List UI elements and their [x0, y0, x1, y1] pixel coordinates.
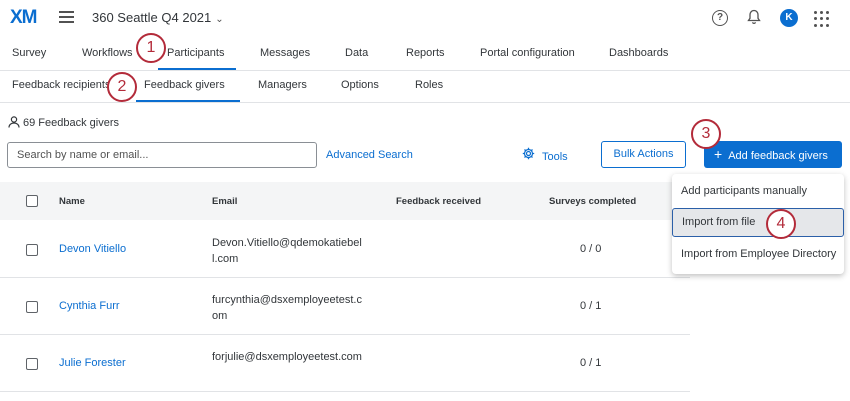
tab-dashboards[interactable]: Dashboards: [609, 47, 668, 59]
participant-name-link[interactable]: Cynthia Furr: [59, 300, 120, 312]
project-name: 360 Seattle Q4 2021: [92, 10, 212, 25]
tab-feedback-recipients[interactable]: Feedback recipients: [12, 79, 110, 91]
participant-email: furcynthia@dsxemployeetest.com: [212, 294, 362, 322]
menu-icon[interactable]: [59, 11, 74, 23]
gear-icon: [522, 147, 535, 163]
tools-button[interactable]: Tools: [522, 147, 568, 163]
tab-workflows[interactable]: Workflows: [82, 47, 133, 59]
givers-count-text: 69 Feedback givers: [23, 117, 119, 129]
tab-portal-configuration[interactable]: Portal configuration: [480, 47, 575, 59]
table-row: Julie Forester forjulie@dsxemployeetest.…: [0, 335, 690, 392]
participant-email: forjulie@dsxemployeetest.com: [212, 351, 362, 363]
tab-messages[interactable]: Messages: [260, 47, 310, 59]
search-input[interactable]: Search by name or email...: [7, 142, 317, 168]
step-marker-1: 1: [136, 33, 166, 63]
givers-count: 69 Feedback givers: [8, 116, 119, 129]
surveys-completed-value: 0 / 0: [580, 243, 602, 255]
help-icon[interactable]: ?: [712, 10, 728, 26]
advanced-search-link[interactable]: Advanced Search: [326, 149, 413, 161]
column-header-email[interactable]: Email: [212, 196, 237, 207]
tab-roles[interactable]: Roles: [415, 79, 443, 91]
column-header-feedback-received[interactable]: Feedback received: [396, 196, 481, 207]
top-bar: XM 360 Seattle Q4 2021 ⌄ ? K: [0, 0, 850, 36]
column-header-surveys-completed[interactable]: Surveys completed: [549, 196, 636, 207]
table-row: Cynthia Furr furcynthia@dsxemployeetest.…: [0, 278, 690, 335]
step-marker-4: 4: [766, 209, 796, 239]
active-subtab-indicator: [136, 100, 240, 102]
person-icon: [8, 116, 20, 128]
menu-item-add-manually[interactable]: Add participants manually: [672, 185, 844, 197]
surveys-completed-value: 0 / 1: [580, 357, 602, 369]
surveys-completed-value: 0 / 1: [580, 300, 602, 312]
participant-email: Devon.Vitiello@qdemokatiebell.com: [212, 237, 362, 265]
bulk-actions-button[interactable]: Bulk Actions: [601, 141, 686, 168]
tab-data[interactable]: Data: [345, 47, 368, 59]
chevron-down-icon: ⌄: [215, 14, 224, 25]
menu-item-import-employee-directory[interactable]: Import from Employee Directory: [672, 248, 844, 260]
bell-icon[interactable]: [747, 9, 761, 29]
tab-participants[interactable]: Participants: [167, 47, 224, 59]
row-checkbox[interactable]: [26, 244, 38, 256]
tools-label: Tools: [542, 151, 568, 163]
project-selector[interactable]: 360 Seattle Q4 2021 ⌄: [92, 10, 224, 25]
avatar[interactable]: K: [780, 9, 798, 27]
xm-logo[interactable]: XM: [10, 7, 37, 29]
row-checkbox[interactable]: [26, 301, 38, 313]
select-all-checkbox[interactable]: [26, 195, 38, 207]
tab-reports[interactable]: Reports: [406, 47, 445, 59]
menu-item-import-from-file[interactable]: Import from file: [672, 208, 844, 237]
add-feedback-givers-label: Add feedback givers: [728, 150, 828, 162]
add-feedback-givers-button[interactable]: + Add feedback givers: [704, 141, 842, 168]
table-row: Devon Vitiello Devon.Vitiello@qdemokatie…: [0, 221, 690, 278]
participant-name-link[interactable]: Devon Vitiello: [59, 243, 126, 255]
app-grid-icon[interactable]: [814, 11, 830, 27]
tab-feedback-givers[interactable]: Feedback givers: [144, 79, 225, 91]
row-checkbox[interactable]: [26, 358, 38, 370]
step-marker-3: 3: [691, 119, 721, 149]
participant-name-link[interactable]: Julie Forester: [59, 357, 126, 369]
tab-options[interactable]: Options: [341, 79, 379, 91]
add-givers-dropdown: Add participants manually Import from fi…: [672, 174, 844, 274]
primary-nav: Survey Workflows Participants Messages D…: [0, 36, 850, 71]
plus-icon: +: [714, 146, 723, 162]
tab-survey[interactable]: Survey: [12, 47, 46, 59]
tab-managers[interactable]: Managers: [258, 79, 307, 91]
step-marker-2: 2: [107, 72, 137, 102]
column-header-name[interactable]: Name: [59, 196, 85, 207]
table-header: Name Email Feedback received Surveys com…: [0, 182, 690, 220]
